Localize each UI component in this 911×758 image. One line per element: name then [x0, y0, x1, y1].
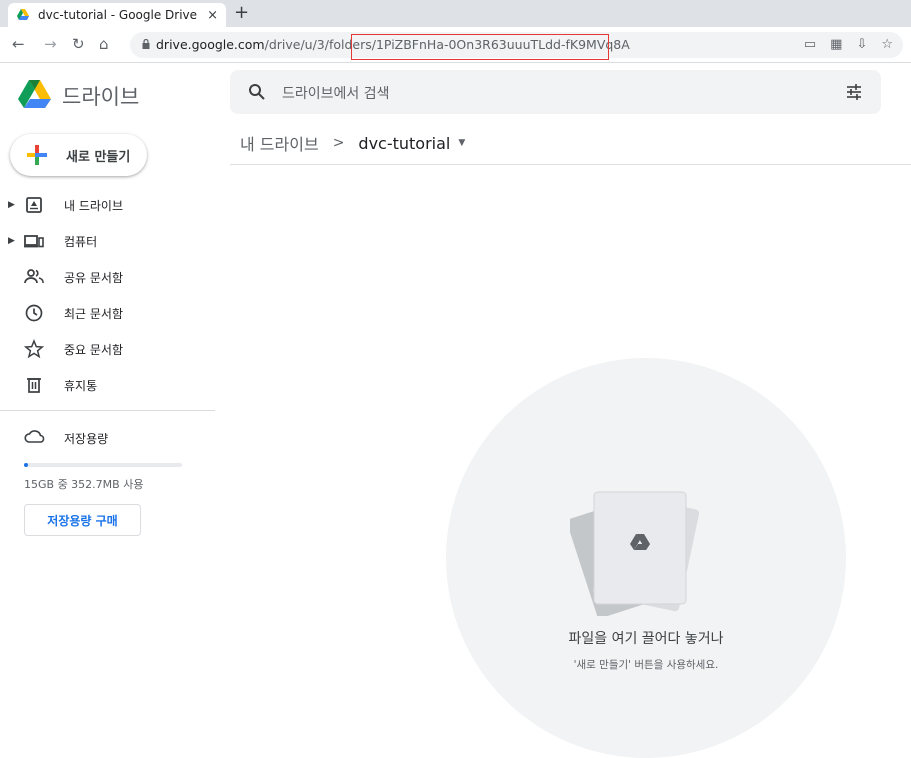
storage-usage-fill	[24, 463, 28, 467]
sidebar-divider	[0, 410, 215, 411]
sidebar-item-starred[interactable]: 중요 문서함	[0, 336, 215, 362]
empty-state-title: 파일을 여기 끌어다 놓거나	[568, 631, 724, 647]
search-bar[interactable]: 드라이브에서 검색	[230, 70, 881, 114]
storage-label[interactable]: 저장용량	[64, 430, 108, 447]
app-header: 드라이브 드라이브에서 검색	[0, 63, 911, 121]
search-icon[interactable]	[248, 83, 266, 101]
breadcrumb: 내 드라이브 > dvc-tutorial ▼	[240, 131, 465, 155]
sidebar-item-my-drive[interactable]: ▶ 내 드라이브	[0, 192, 215, 218]
reload-icon[interactable]: ↻	[72, 35, 85, 53]
back-icon[interactable]: ←	[12, 35, 25, 53]
empty-state-subtitle: '새로 만들기' 버튼을 사용하세요.	[573, 659, 719, 671]
search-options-icon[interactable]	[845, 83, 863, 101]
expand-arrow-icon[interactable]: ▶	[8, 236, 15, 246]
clock-icon	[25, 304, 43, 322]
main-divider	[230, 164, 911, 165]
trash-icon	[27, 378, 41, 393]
sidebar-item-trash[interactable]: 휴지통	[0, 372, 215, 398]
expand-arrow-icon[interactable]: ▶	[8, 200, 15, 210]
search-placeholder: 드라이브에서 검색	[282, 86, 390, 102]
brand-name[interactable]: 드라이브	[62, 81, 139, 111]
browser-tab[interactable]: dvc-tutorial - Google Drive ×	[8, 3, 226, 27]
storage-usage-text: 15GB 중 352.7MB 사용	[24, 478, 144, 491]
breadcrumb-separator-icon: >	[332, 135, 345, 151]
tab-title: dvc-tutorial - Google Drive	[38, 8, 198, 22]
sidebar-item-label: 중요 문서함	[64, 342, 124, 357]
omnibox-actions: ▭ ▦ ⇩ ☆	[804, 37, 893, 52]
sidebar-item-recent[interactable]: 최근 문서함	[0, 300, 215, 326]
empty-folder-illustration-icon	[570, 491, 700, 616]
shared-icon	[24, 269, 44, 284]
new-tab-button[interactable]: +	[234, 3, 249, 23]
sidebar-item-label: 컴퓨터	[64, 234, 98, 249]
folder-menu-dropdown-icon[interactable]: ▼	[458, 138, 465, 148]
forward-icon[interactable]: →	[44, 35, 57, 53]
url-highlight-box	[351, 34, 609, 60]
sidebar-item-label: 공유 문서함	[64, 270, 124, 285]
drive-icon	[26, 197, 42, 213]
sidebar-item-shared[interactable]: 공유 문서함	[0, 264, 215, 290]
sidebar-item-label: 최근 문서함	[64, 306, 124, 321]
plus-icon	[27, 145, 47, 165]
new-button[interactable]: 새로 만들기	[10, 134, 147, 176]
breadcrumb-my-drive[interactable]: 내 드라이브	[240, 131, 319, 155]
computer-icon	[24, 235, 44, 248]
tab-close-icon[interactable]: ×	[207, 8, 218, 23]
qr-code-icon[interactable]: ▦	[830, 37, 842, 52]
star-icon	[24, 339, 44, 359]
install-icon[interactable]: ⇩	[856, 37, 867, 52]
home-icon[interactable]: ⌂	[99, 35, 109, 53]
lock-icon	[142, 39, 150, 49]
drive-logo-icon[interactable]	[18, 79, 52, 109]
new-button-label: 새로 만들기	[66, 149, 131, 165]
url-host: drive.google.com	[156, 37, 265, 52]
sidebar-item-label: 휴지통	[64, 378, 98, 393]
breadcrumb-current-folder[interactable]: dvc-tutorial	[358, 134, 450, 153]
browser-tabstrip: dvc-tutorial - Google Drive × +	[0, 0, 911, 27]
cast-icon[interactable]: ▭	[804, 37, 816, 52]
sidebar-item-label: 내 드라이브	[64, 198, 124, 213]
buy-storage-button[interactable]: 저장용량 구매	[24, 504, 141, 536]
cloud-icon	[24, 430, 45, 443]
bookmark-star-icon[interactable]: ☆	[881, 37, 893, 52]
sidebar-item-computers[interactable]: ▶ 컴퓨터	[0, 228, 215, 254]
storage-usage-bar	[24, 463, 182, 467]
drive-favicon-icon	[17, 9, 29, 20]
